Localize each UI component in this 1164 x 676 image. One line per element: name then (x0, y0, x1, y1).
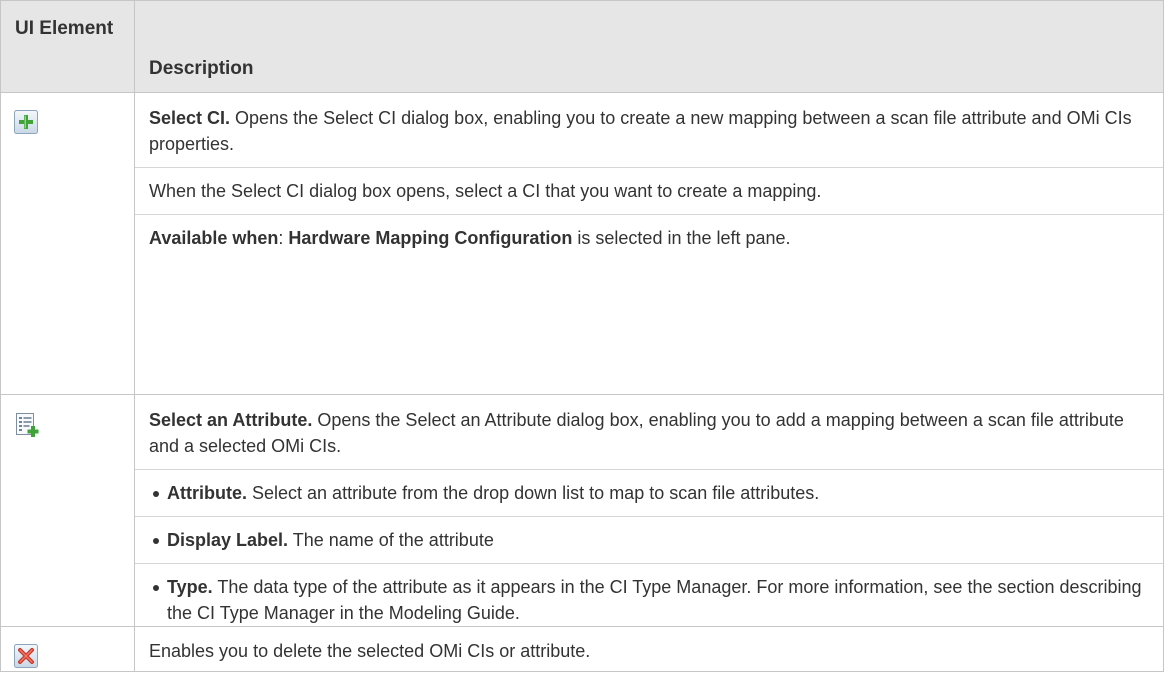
divider (135, 214, 1163, 215)
bullet-label: Display Label. (167, 530, 289, 550)
delete-x-icon (13, 643, 39, 669)
ui-element-cell (0, 626, 135, 672)
description-text: Opens the Select CI dialog box, enabling… (149, 108, 1132, 154)
divider (135, 469, 1163, 470)
bullet-item-attribute: Attribute. Select an attribute from the … (149, 480, 1153, 506)
divider (135, 516, 1163, 517)
description-cell: Select an Attribute. Opens the Select an… (134, 394, 1164, 627)
table-row: Enables you to delete the selected OMi C… (0, 626, 1164, 672)
availability-suffix: is selected in the left pane. (572, 228, 791, 248)
table-row: Select CI. Opens the Select CI dialog bo… (0, 92, 1164, 395)
bullet-text: The name of the attribute (288, 530, 494, 550)
bullet-item-type: Type. The data type of the attribute as … (149, 574, 1153, 626)
table-header-row: UI Element Description (0, 0, 1164, 93)
bullet-text: The data type of the attribute as it app… (167, 577, 1142, 623)
description-paragraph: Select CI. Opens the Select CI dialog bo… (149, 105, 1153, 157)
bullet-item-display-label: Display Label. The name of the attribute (149, 527, 1153, 553)
description-paragraph: Select an Attribute. Opens the Select an… (149, 407, 1153, 459)
description-text: Enables you to delete the selected OMi C… (149, 641, 591, 661)
ui-elements-table: UI Element Description Select CI. Opens … (0, 0, 1164, 672)
availability-value: Hardware Mapping Configuration (288, 228, 573, 248)
attribute-bullet-list: Attribute. Select an attribute from the … (149, 480, 1153, 506)
bullet-label: Type. (167, 577, 213, 597)
divider (135, 167, 1163, 168)
ui-element-cell (0, 394, 135, 627)
description-cell: Select CI. Opens the Select CI dialog bo… (134, 92, 1164, 395)
ui-element-cell (0, 92, 135, 395)
bullet-label: Attribute. (167, 483, 247, 503)
availability-separator: : (278, 228, 289, 248)
description-cell: Enables you to delete the selected OMi C… (134, 626, 1164, 672)
availability-paragraph: Available when: Hardware Mapping Configu… (149, 225, 1153, 251)
table-row: Select an Attribute. Opens the Select an… (0, 394, 1164, 627)
display-label-bullet-list: Display Label. The name of the attribute (149, 527, 1153, 553)
description-title: Select an Attribute. (149, 410, 313, 430)
list-add-icon (14, 412, 40, 438)
description-note: When the Select CI dialog box opens, sel… (149, 181, 822, 201)
type-bullet-list: Type. The data type of the attribute as … (149, 574, 1153, 626)
column-header-description: Description (134, 0, 1164, 93)
column-header-description-label: Description (149, 58, 254, 79)
divider (135, 563, 1163, 564)
column-header-ui-element: UI Element (0, 0, 135, 93)
bullet-text: Select an attribute from the drop down l… (247, 483, 820, 503)
availability-label: Available when (149, 228, 279, 248)
column-header-ui-element-label: UI Element (15, 18, 114, 39)
description-title: Select CI. (149, 108, 231, 128)
add-plus-icon (13, 109, 39, 135)
